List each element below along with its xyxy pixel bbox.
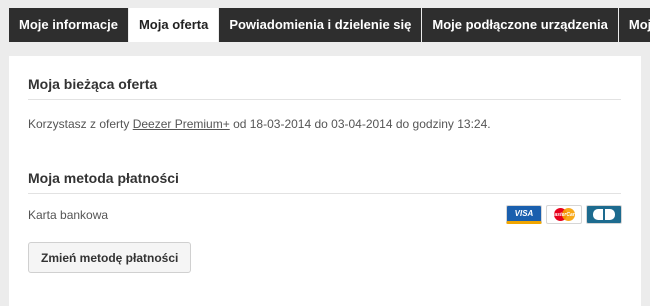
payment-cards: VISA MasterCard <box>506 205 622 224</box>
carte-bleue-icon <box>586 205 622 224</box>
divider <box>28 99 621 100</box>
mastercard-label: MasterCard <box>550 211 578 218</box>
tab-notifications-sharing[interactable]: Powiadomienia i dzielenie się <box>219 8 423 42</box>
change-payment-method-button[interactable]: Zmień metodę płatności <box>28 242 192 273</box>
offer-description: Korzystasz z oferty Deezer Premium+ od 1… <box>28 117 491 131</box>
offer-text-before: Korzystasz z oferty <box>28 117 133 131</box>
mastercard-icon: MasterCard <box>546 205 582 224</box>
offer-text-after: od 18-03-2014 do 03-04-2014 do godziny 1… <box>229 117 491 131</box>
account-tabs: Moje informacje Moja oferta Powiadomieni… <box>9 8 650 42</box>
visa-card-icon: VISA <box>506 205 542 224</box>
tab-my-information[interactable]: Moje informacje <box>9 8 129 42</box>
offer-panel: Moja bieżąca oferta Korzystasz z oferty … <box>9 56 641 306</box>
payment-method-value: Karta bankowa <box>28 208 109 222</box>
tab-connected-devices[interactable]: Moje podłączone urządzenia <box>422 8 619 42</box>
cb-logo <box>593 209 615 220</box>
tab-my-offer[interactable]: Moja oferta <box>128 8 220 42</box>
current-offer-title: Moja bieżąca oferta <box>28 76 158 92</box>
payment-method-title: Moja metoda płatności <box>28 170 179 186</box>
tab-my-apps[interactable]: Moje aplikacje <box>618 8 650 42</box>
visa-label: VISA <box>514 209 534 218</box>
divider <box>28 193 621 194</box>
offer-link[interactable]: Deezer Premium+ <box>133 117 230 131</box>
